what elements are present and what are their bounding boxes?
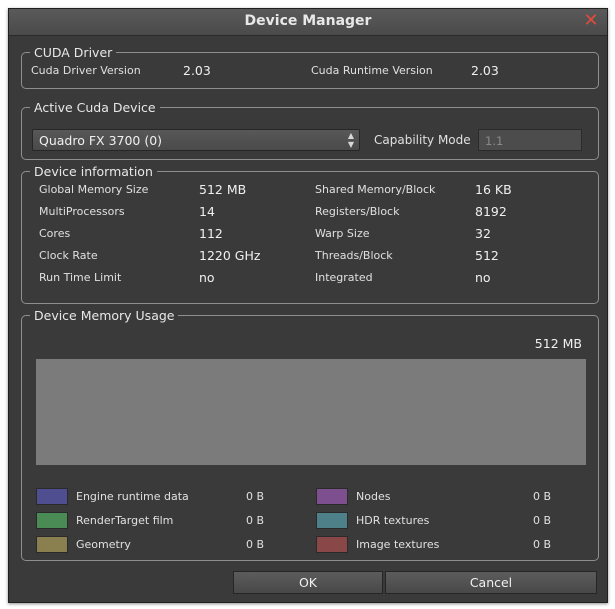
legend-swatch (316, 536, 348, 553)
legend-value: 0 B (533, 490, 552, 503)
device-select-value: Quadro FX 3700 (0) (39, 133, 163, 148)
ok-button[interactable]: OK (233, 571, 383, 594)
info-label: Registers/Block (315, 205, 400, 218)
select-arrows-icon: ▲ ▼ (347, 131, 354, 149)
info-value: 112 (199, 226, 223, 241)
memory-usage-group: Device Memory Usage 512 MB Engine runtim… (21, 308, 599, 561)
legend-value: 0 B (246, 490, 265, 503)
info-value: no (199, 270, 215, 285)
info-value: 16 KB (475, 182, 512, 197)
info-value: 14 (199, 204, 215, 219)
legend-value: 0 B (533, 538, 552, 551)
close-icon[interactable]: ✕ (581, 11, 601, 31)
legend-swatch (316, 512, 348, 529)
device-info-legend: Device information (34, 164, 153, 179)
legend-swatch (316, 488, 348, 505)
legend-label: Image textures (356, 538, 440, 551)
window-title: Device Manager (244, 13, 372, 29)
runtime-version-value: 2.03 (471, 63, 499, 78)
device-select[interactable]: Quadro FX 3700 (0) ▲ ▼ (32, 129, 360, 151)
info-label: Warp Size (315, 227, 370, 240)
info-label: Global Memory Size (39, 183, 149, 196)
info-label: Run Time Limit (39, 271, 122, 284)
info-value: 512 MB (199, 182, 247, 197)
legend-swatch (36, 536, 68, 553)
legend-value: 0 B (533, 514, 552, 527)
info-value: 1220 GHz (199, 248, 261, 263)
memory-total: 512 MB (534, 336, 582, 351)
legend-label: Nodes (356, 490, 391, 503)
info-label: Threads/Block (315, 249, 393, 262)
legend-swatch (36, 488, 68, 505)
info-value: 8192 (475, 204, 507, 219)
runtime-version-label: Cuda Runtime Version (311, 64, 433, 77)
device-info-group: Device information Global Memory Size 512… (21, 164, 599, 304)
active-device-legend: Active Cuda Device (34, 100, 156, 115)
info-value: 512 (475, 248, 499, 263)
capability-mode-label: Capability Mode (374, 133, 471, 147)
info-label: Clock Rate (39, 249, 98, 262)
legend-swatch (36, 512, 68, 529)
memory-usage-legend: Device Memory Usage (34, 308, 175, 323)
driver-version-label: Cuda Driver Version (31, 64, 141, 77)
cuda-driver-legend: CUDA Driver (34, 45, 113, 60)
legend-value: 0 B (246, 538, 265, 551)
info-label: Integrated (315, 271, 373, 284)
cuda-driver-group: CUDA Driver Cuda Driver Version 2.03 Cud… (21, 45, 599, 89)
device-manager-window: Device Manager ✕ CUDA Driver Cuda Driver… (8, 8, 608, 603)
active-device-group: Active Cuda Device Quadro FX 3700 (0) ▲ ▼… (21, 100, 599, 160)
legend-label: HDR textures (356, 514, 430, 527)
info-label: MultiProcessors (39, 205, 125, 218)
legend-label: Geometry (76, 538, 131, 551)
capability-mode-field[interactable]: 1.1 (478, 129, 582, 151)
info-label: Cores (39, 227, 71, 240)
info-label: Shared Memory/Block (315, 183, 436, 196)
info-value: 32 (475, 226, 491, 241)
title-bar[interactable]: Device Manager ✕ (9, 9, 607, 36)
memory-usage-bar (36, 359, 586, 465)
driver-version-value: 2.03 (183, 63, 211, 78)
info-value: no (475, 270, 491, 285)
legend-label: RenderTarget film (76, 514, 174, 527)
cancel-button[interactable]: Cancel (385, 571, 597, 594)
legend-value: 0 B (246, 514, 265, 527)
legend-label: Engine runtime data (76, 490, 189, 503)
